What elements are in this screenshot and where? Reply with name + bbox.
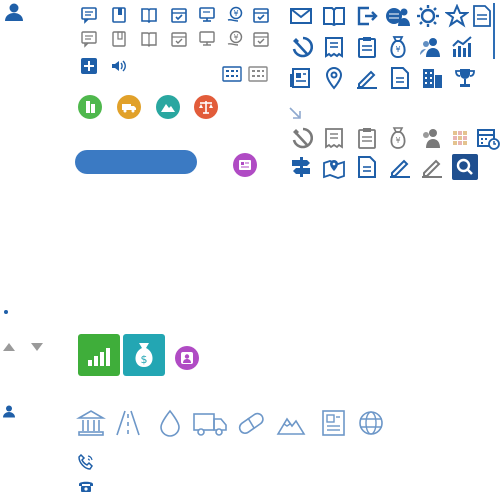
badge-icon[interactable] [416, 4, 440, 28]
truck-icon[interactable] [192, 408, 228, 438]
scale-icon[interactable] [194, 95, 218, 119]
bullet-dot [4, 310, 8, 314]
newspaper-icon[interactable] [289, 66, 313, 90]
add-button[interactable] [80, 57, 98, 75]
document-icon[interactable] [355, 155, 379, 179]
book-icon[interactable] [322, 4, 346, 28]
book-open-icon[interactable] [110, 30, 128, 48]
mountain-icon[interactable] [276, 408, 306, 438]
drop-icon[interactable] [155, 408, 185, 438]
document-icon[interactable] [388, 66, 412, 90]
globe-icon[interactable] [356, 408, 386, 438]
calendar-check-icon[interactable] [170, 30, 188, 48]
globe-users-icon[interactable] [384, 4, 412, 28]
grid-view-icon[interactable] [222, 66, 242, 82]
pen-icon[interactable] [355, 66, 379, 90]
id-card-icon[interactable] [233, 153, 257, 177]
yen-hand-icon[interactable]: ¥ [226, 30, 244, 48]
svg-text:¥: ¥ [395, 136, 400, 145]
money-bag-tile[interactable]: $ [123, 334, 165, 376]
group-icon[interactable] [418, 126, 442, 150]
clipboard-icon[interactable] [355, 126, 379, 150]
user-icon [4, 2, 24, 22]
map-pin-icon[interactable] [322, 66, 346, 90]
triangle-up-icon[interactable] [2, 342, 16, 352]
svg-text:¥: ¥ [395, 45, 400, 54]
message-icon[interactable] [80, 30, 98, 48]
primary-button[interactable] [75, 150, 197, 174]
pen-icon[interactable] [388, 155, 412, 179]
statistics-tile[interactable] [78, 334, 120, 376]
telephone-icon[interactable] [78, 478, 94, 494]
map-icon[interactable] [322, 155, 346, 179]
hammer-sickle-icon[interactable] [289, 126, 313, 150]
envelope-icon[interactable] [289, 4, 313, 28]
truck-icon[interactable] [117, 95, 141, 119]
book-icon[interactable] [140, 30, 158, 48]
monitor-icon[interactable] [198, 6, 216, 24]
money-bag-icon[interactable]: ¥ [386, 35, 410, 59]
money-bag-icon[interactable]: ¥ [386, 126, 410, 150]
group-icon[interactable] [418, 35, 442, 59]
grid-icon[interactable] [452, 130, 468, 146]
calendar-check-icon[interactable] [252, 30, 270, 48]
book-icon[interactable] [140, 6, 158, 24]
trophy-icon[interactable] [453, 66, 477, 90]
calendar-clock-icon[interactable] [476, 126, 500, 150]
calendar-check-icon[interactable] [252, 6, 270, 24]
scrollbar[interactable] [493, 3, 495, 59]
calendar-check-icon[interactable] [170, 6, 188, 24]
yen-hand-icon[interactable]: ¥ [226, 6, 244, 24]
svg-text:$: $ [141, 353, 148, 366]
svg-text:¥: ¥ [233, 33, 238, 42]
clipboard-icon[interactable] [355, 35, 379, 59]
road-icon[interactable] [113, 408, 143, 438]
book-open-icon[interactable] [110, 6, 128, 24]
message-icon[interactable] [80, 6, 98, 24]
receipt-icon[interactable] [322, 126, 346, 150]
star-icon[interactable] [445, 4, 469, 28]
hammer-sickle-icon[interactable] [289, 35, 313, 59]
signpost-icon[interactable] [289, 155, 313, 179]
pen-icon[interactable] [420, 155, 444, 179]
svg-text:¥: ¥ [233, 9, 238, 18]
search-button[interactable] [452, 154, 478, 180]
newspaper-icon[interactable] [318, 408, 348, 438]
triangle-down-icon[interactable] [30, 342, 44, 352]
building-icon[interactable] [78, 95, 102, 119]
user-icon [2, 404, 16, 418]
phone-icon[interactable] [78, 454, 94, 470]
export-icon[interactable] [355, 4, 379, 28]
chart-up-icon[interactable] [450, 35, 474, 59]
user-badge-icon[interactable] [175, 346, 199, 370]
building-icon[interactable] [420, 66, 444, 90]
pill-icon[interactable] [236, 408, 266, 438]
receipt-icon[interactable] [322, 35, 346, 59]
arrow-down-right-icon [288, 106, 302, 120]
monitor-icon[interactable] [198, 30, 216, 48]
document-icon[interactable] [472, 4, 492, 28]
bank-icon[interactable] [76, 408, 106, 438]
volume-icon[interactable] [110, 57, 128, 75]
grid-view-icon[interactable] [248, 66, 268, 82]
mountain-icon[interactable] [156, 95, 180, 119]
